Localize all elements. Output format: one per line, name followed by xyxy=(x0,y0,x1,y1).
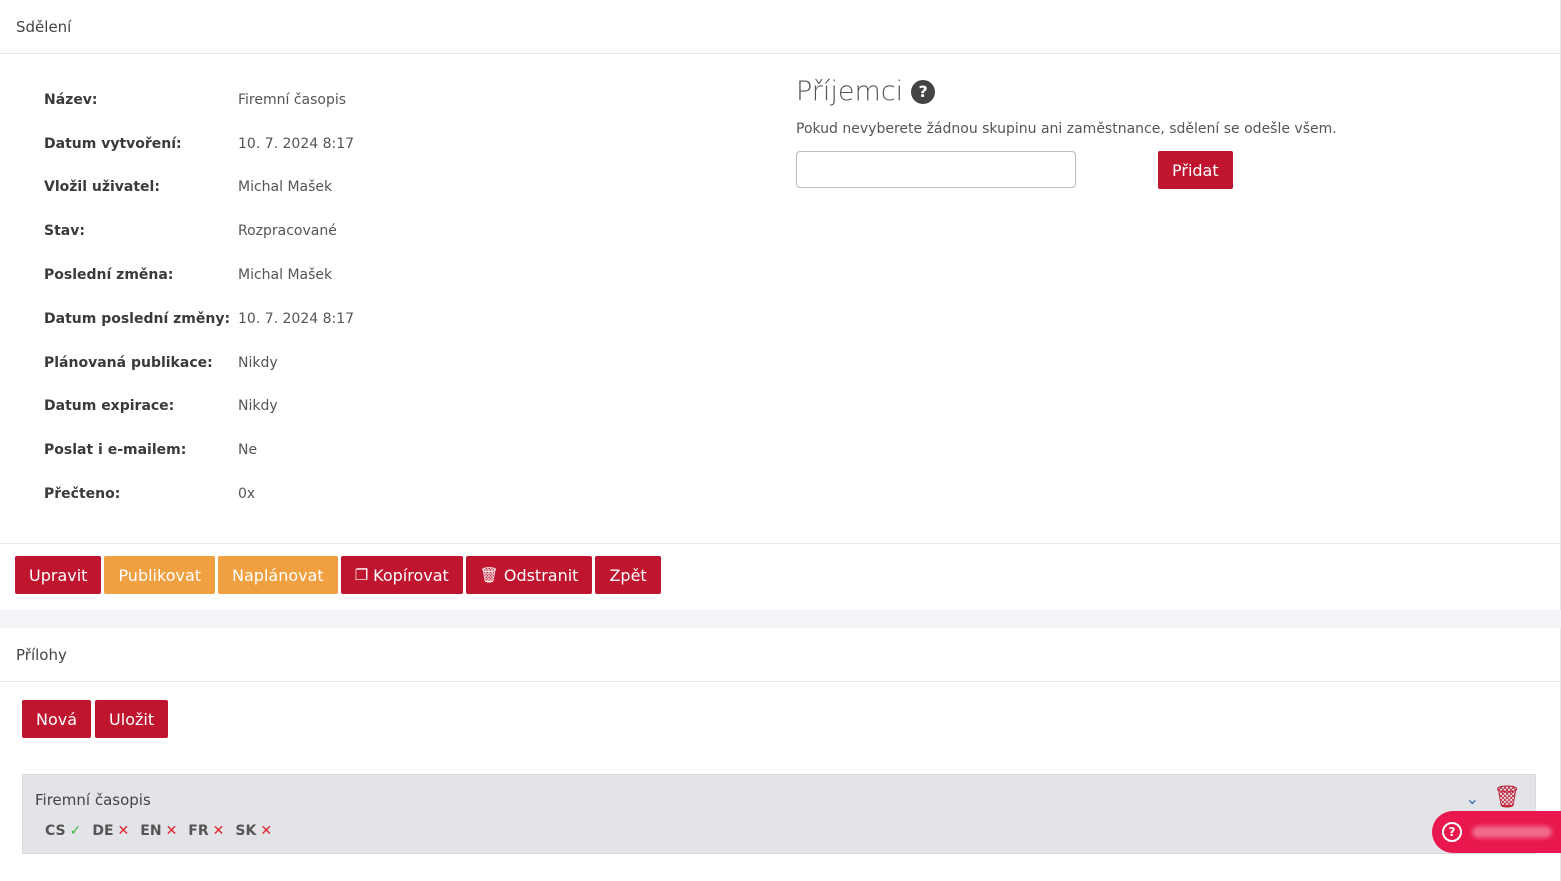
detail-value: Firemní časopis xyxy=(238,91,347,108)
detail-row: Plánovaná publikace: Nikdy xyxy=(44,341,354,385)
detail-value: Michal Mašek xyxy=(238,267,333,284)
attachments-card: Přílohy Nová Uložit Firemní časopis CS ✓ … xyxy=(0,628,1561,881)
detail-label: Plánovaná publikace: xyxy=(44,354,213,371)
detail-value: 10. 7. 2024 8:17 xyxy=(238,135,355,152)
language-code: SK xyxy=(235,823,257,839)
detail-label: Datum vytvoření: xyxy=(44,135,182,152)
detail-label: Poslat i e-mailem: xyxy=(44,442,187,459)
language-code: FR xyxy=(188,823,209,839)
new-attachment-button[interactable]: Nová xyxy=(22,700,92,738)
language-code: CS xyxy=(45,823,66,839)
detail-row: Datum vytvoření: 10. 7. 2024 8:17 xyxy=(44,122,354,166)
help-widget-label xyxy=(1472,826,1552,838)
action-bar: Upravit Publikovat Naplánovat ❐ Kopírovat… xyxy=(0,543,1560,610)
detail-label: Stav: xyxy=(44,223,85,240)
cross-icon: ✕ xyxy=(165,823,178,839)
check-icon: ✓ xyxy=(69,823,82,839)
save-attachments-button[interactable]: Uložit xyxy=(95,700,169,738)
cross-icon: ✕ xyxy=(117,823,130,839)
section-title: Sdělení xyxy=(0,0,1560,54)
help-icon: ? xyxy=(1442,822,1462,842)
detail-label: Poslední změna: xyxy=(44,267,174,284)
recipients-panel: Příjemci ? Pokud nevyberete žádnou skupi… xyxy=(796,76,1337,189)
trash-icon[interactable]: 🗑 xyxy=(1493,785,1521,810)
detail-value: Michal Mašek xyxy=(238,179,333,196)
help-widget[interactable]: ? xyxy=(1432,811,1561,853)
language-de: DE ✕ xyxy=(92,823,129,839)
recipients-heading: Příjemci ? xyxy=(796,76,1337,107)
detail-row: Vložil uživatel: Michal Mašek xyxy=(44,166,354,210)
attachment-toolbar: Nová Uložit xyxy=(22,700,169,738)
copy-icon: ❐ xyxy=(354,566,369,584)
question-icon[interactable]: ? xyxy=(911,79,936,104)
detail-row: Datum expirace: Nikdy xyxy=(44,385,354,429)
cross-icon: ✕ xyxy=(212,823,225,839)
attachment-name: Firemní časopis xyxy=(35,791,151,809)
detail-label: Vložil uživatel: xyxy=(44,179,160,196)
trash-icon: 🗑 xyxy=(479,566,499,584)
details-list: Název: Firemní časopis Datum vytvoření: 10… xyxy=(44,78,354,516)
attachment-item[interactable]: Firemní časopis CS ✓ DE ✕ EN ✕ FR ✕ SK ✕ ⌄ 🗑 xyxy=(22,774,1536,854)
detail-row: Stav: Rozpracované xyxy=(44,209,354,253)
recipients-title: Příjemci xyxy=(796,76,904,107)
section-title: Přílohy xyxy=(0,628,1560,682)
add-recipient-button[interactable]: Přidat xyxy=(1158,151,1233,189)
language-sk: SK ✕ xyxy=(235,823,272,839)
publish-button[interactable]: Publikovat xyxy=(104,556,216,594)
detail-label: Přečteno: xyxy=(44,486,121,503)
language-en: EN ✕ xyxy=(140,823,177,839)
copy-button[interactable]: ❐ Kopírovat xyxy=(340,556,463,594)
detail-value: Nikdy xyxy=(238,354,278,371)
announcement-card: Sdělení Název: Firemní časopis Datum vytv… xyxy=(0,0,1561,610)
cross-icon: ✕ xyxy=(260,823,273,839)
detail-value: Nikdy xyxy=(238,398,278,415)
recipients-note: Pokud nevyberete žádnou skupinu ani zamě… xyxy=(796,121,1337,137)
chevron-down-icon[interactable]: ⌄ xyxy=(1466,789,1479,808)
delete-label: Odstranit xyxy=(503,565,579,585)
language-code: DE xyxy=(92,823,114,839)
edit-button[interactable]: Upravit xyxy=(15,556,102,594)
detail-value: 0x xyxy=(238,486,256,503)
detail-value: Rozpracované xyxy=(238,223,337,240)
detail-value: 10. 7. 2024 8:17 xyxy=(238,310,355,327)
language-fr: FR ✕ xyxy=(188,823,224,839)
detail-label: Datum expirace: xyxy=(44,398,175,415)
copy-label: Kopírovat xyxy=(373,565,449,585)
detail-row: Poslední změna: Michal Mašek xyxy=(44,253,354,297)
language-cs: CS ✓ xyxy=(45,823,81,839)
schedule-button[interactable]: Naplánovat xyxy=(218,556,338,594)
detail-row: Datum poslední změny: 10. 7. 2024 8:17 xyxy=(44,297,354,341)
detail-row: Přečteno: 0x xyxy=(44,472,354,516)
detail-row: Název: Firemní časopis xyxy=(44,78,354,122)
recipients-input[interactable] xyxy=(796,151,1076,188)
language-list: CS ✓ DE ✕ EN ✕ FR ✕ SK ✕ xyxy=(45,823,272,839)
detail-label: Název: xyxy=(44,91,98,108)
delete-button[interactable]: 🗑 Odstranit xyxy=(465,556,593,594)
detail-value: Ne xyxy=(238,442,258,459)
detail-label: Datum poslední změny: xyxy=(44,310,231,327)
back-button[interactable]: Zpět xyxy=(595,556,661,594)
detail-row: Poslat i e-mailem: Ne xyxy=(44,428,354,472)
language-code: EN xyxy=(140,823,162,839)
